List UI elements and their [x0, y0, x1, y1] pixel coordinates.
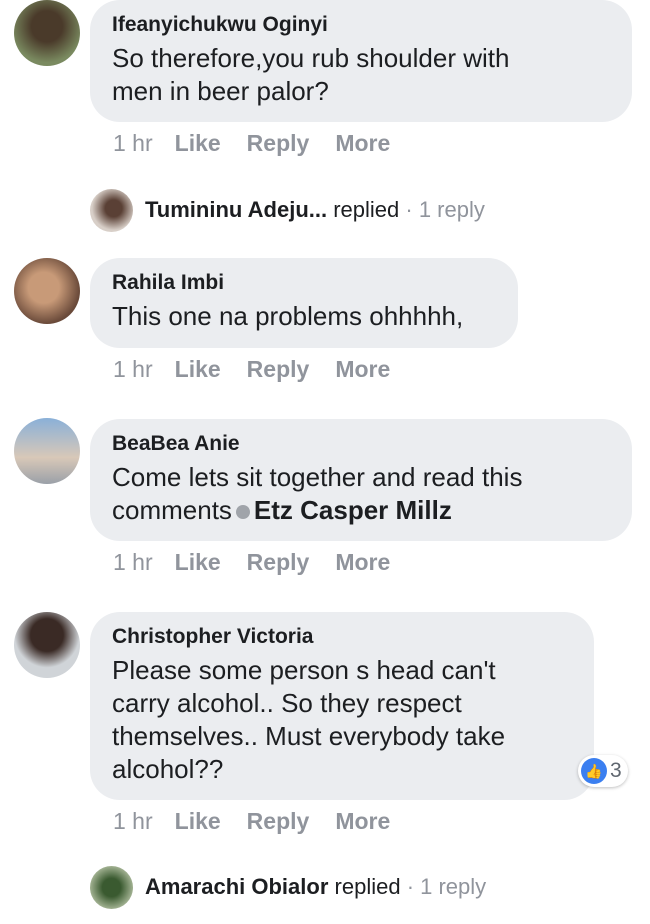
like-button[interactable]: Like [175, 130, 221, 156]
tag-icon [235, 505, 250, 520]
timestamp[interactable]: 1 hr [113, 356, 153, 382]
comment-bubble: Ifeanyichukwu Oginyi So therefore,you ru… [90, 0, 632, 122]
avatar[interactable] [14, 0, 80, 66]
more-button[interactable]: More [335, 130, 390, 156]
reply-button[interactable]: Reply [247, 808, 310, 834]
comment-author[interactable]: Rahila Imbi [112, 270, 496, 296]
avatar[interactable] [14, 258, 80, 324]
comment-bubble: Christopher Victoria Please some person … [90, 612, 594, 800]
timestamp[interactable]: 1 hr [113, 130, 153, 156]
comment-actions: 1 hr Like Reply More [113, 808, 416, 835]
reply-button[interactable]: Reply [247, 549, 310, 575]
avatar[interactable] [14, 612, 80, 678]
like-button[interactable]: Like [175, 549, 221, 575]
replies-link[interactable]: Amarachi Obialor replied · 1 reply [145, 874, 486, 900]
comment-actions: 1 hr Like Reply More [113, 356, 416, 383]
comment-bubble: Rahila Imbi This one na problems ohhhhh, [90, 258, 518, 348]
comment-author[interactable]: BeaBea Anie [112, 431, 610, 457]
more-button[interactable]: More [335, 356, 390, 382]
more-button[interactable]: More [335, 808, 390, 834]
comment-text: This one na problems ohhhhh, [112, 301, 464, 331]
like-button[interactable]: Like [175, 808, 221, 834]
timestamp[interactable]: 1 hr [113, 808, 153, 834]
reaction-count[interactable]: 👍 3 [578, 755, 628, 787]
avatar[interactable] [90, 189, 133, 232]
comment-text: Please some person s head can't carry alc… [112, 655, 506, 784]
timestamp[interactable]: 1 hr [113, 549, 153, 575]
avatar[interactable] [14, 418, 80, 484]
comment-text: So therefore,you rub shoulder with men in… [112, 43, 510, 106]
comment-actions: 1 hr Like Reply More [113, 130, 416, 157]
like-button[interactable]: Like [175, 356, 221, 382]
replies-link[interactable]: Tumininu Adeju... replied · 1 reply [145, 197, 485, 223]
thumbs-up-icon: 👍 [581, 758, 607, 784]
comment-author[interactable]: Ifeanyichukwu Oginyi [112, 12, 610, 38]
comment-actions: 1 hr Like Reply More [113, 549, 416, 576]
avatar[interactable] [90, 866, 133, 909]
comment-bubble: BeaBea Anie Come lets sit together and r… [90, 419, 632, 541]
comment-text: Come lets sit together and read this comm… [112, 462, 523, 525]
comment-author[interactable]: Christopher Victoria [112, 624, 572, 650]
more-button[interactable]: More [335, 549, 390, 575]
reply-button[interactable]: Reply [247, 130, 310, 156]
tagged-user[interactable]: Etz Casper Millz [254, 495, 452, 525]
reply-button[interactable]: Reply [247, 356, 310, 382]
